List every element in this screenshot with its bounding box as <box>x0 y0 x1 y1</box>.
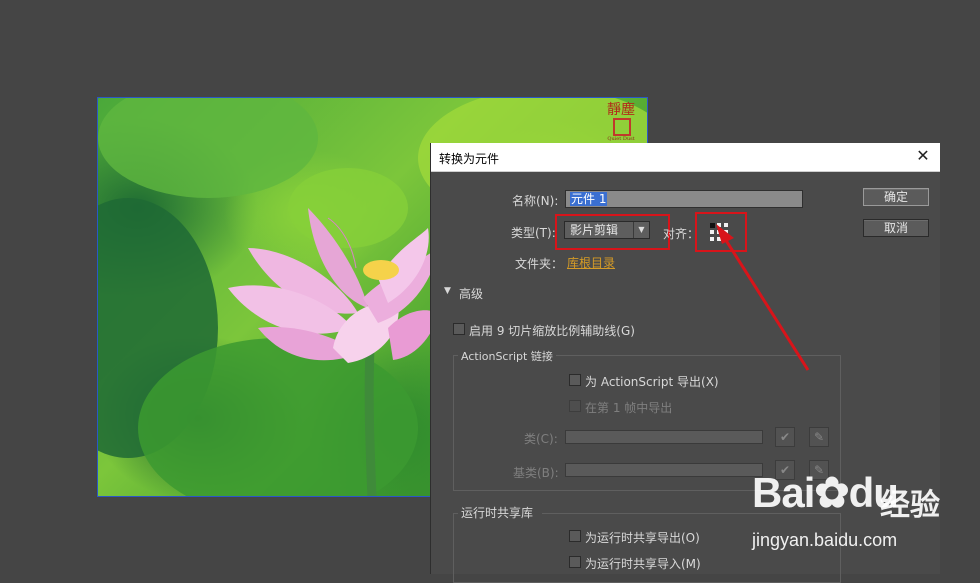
class-label: 类(C): <box>524 432 558 446</box>
watermark-brand: Bai✿du <box>752 469 899 516</box>
type-label: 类型(T): <box>511 226 556 240</box>
seal-stamp: 靜塵 Quiet Dust <box>607 102 635 142</box>
export-frame1-label: 在第 1 帧中导出 <box>585 401 673 415</box>
name-field-value: 元件 1 <box>570 192 608 206</box>
ok-button[interactable]: 确定 <box>863 188 929 206</box>
watermark-cn: 经验 <box>880 488 940 523</box>
export-frame1-checkbox[interactable] <box>569 400 581 412</box>
type-highlight-box <box>555 214 670 250</box>
advanced-toggle[interactable]: 高级 <box>459 285 483 302</box>
check-icon[interactable]: ✔ <box>775 427 795 447</box>
pencil-icon[interactable]: ✎ <box>809 427 829 447</box>
base-class-field[interactable] <box>565 463 763 477</box>
export-actionscript-checkbox[interactable] <box>569 374 581 386</box>
dialog-title: 转换为元件 <box>439 152 500 166</box>
baidu-watermark: Bai✿du 经验 jingyan.baidu.com <box>752 468 980 574</box>
watermark-url: jingyan.baidu.com <box>752 530 898 550</box>
nine-slice-checkbox[interactable] <box>453 323 465 335</box>
folder-link[interactable]: 库根目录 <box>567 254 615 271</box>
export-actionscript-label: 为 ActionScript 导出(X) <box>585 375 719 389</box>
align-label: 对齐： <box>663 227 700 241</box>
class-field[interactable] <box>565 430 763 444</box>
dialog-titlebar: 转换为元件 ✕ <box>431 143 940 172</box>
name-label: 名称(N): <box>512 194 559 208</box>
align-highlight-box <box>695 212 747 252</box>
runtime-export-label: 为运行时共享导出(O) <box>585 531 700 545</box>
folder-label: 文件夹： <box>515 257 564 271</box>
runtime-group-label: 运行时共享库 <box>461 506 534 520</box>
close-icon[interactable]: ✕ <box>914 147 932 165</box>
base-class-label: 基类(B): <box>513 466 559 480</box>
cancel-button[interactable]: 取消 <box>863 219 929 237</box>
name-field[interactable]: 元件 1 <box>565 190 803 208</box>
actionscript-group-label: ActionScript 链接 <box>461 350 553 363</box>
nine-slice-label: 启用 9 切片缩放比例辅助线(G) <box>469 324 635 338</box>
triangle-down-icon[interactable]: ▼ <box>444 286 451 296</box>
runtime-import-checkbox[interactable] <box>569 556 581 568</box>
runtime-export-checkbox[interactable] <box>569 530 581 542</box>
runtime-import-label: 为运行时共享导入(M) <box>585 557 701 571</box>
